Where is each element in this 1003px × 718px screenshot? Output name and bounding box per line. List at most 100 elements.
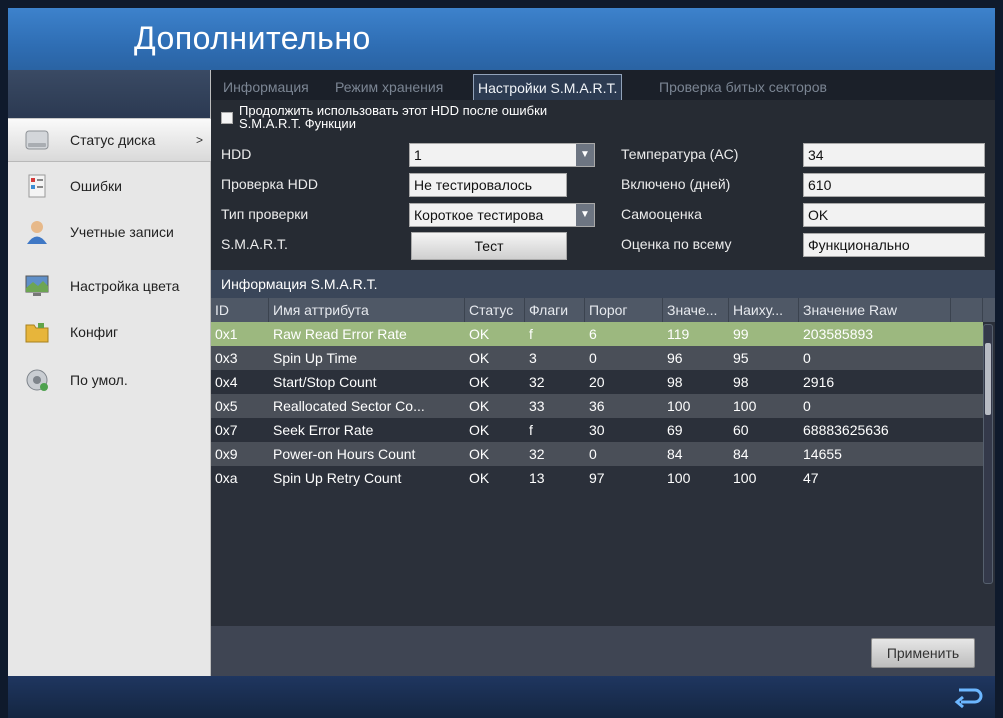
table-cell: 0: [589, 446, 597, 462]
apply-button[interactable]: Применить: [871, 638, 975, 668]
table-cell: 32: [529, 446, 545, 462]
sidebar-item-accounts[interactable]: Учетные записи: [8, 210, 211, 254]
table-cell: f: [529, 326, 533, 342]
sidebar-item-label: Конфиг: [70, 324, 119, 340]
table-cell: 100: [733, 470, 757, 486]
table-scrollbar[interactable]: [983, 324, 993, 584]
table-cell: Raw Read Error Rate: [273, 326, 407, 342]
temperature-field: 34: [803, 143, 985, 167]
folder-icon: [25, 323, 49, 343]
sidebar-item-label: Ошибки: [70, 178, 122, 194]
table-cell: Spin Up Retry Count: [273, 470, 402, 486]
table-header: ID Имя аттрибута Статус Флаги Порог Знач…: [211, 298, 995, 322]
table-cell: Power-on Hours Count: [273, 446, 416, 462]
table-cell: 96: [667, 350, 683, 366]
table-cell: 0x7: [215, 422, 238, 438]
table-cell: 2916: [803, 374, 835, 390]
continue-label-line2: S.M.A.R.T. Функции: [239, 116, 356, 131]
table-cell: 119: [667, 326, 690, 342]
table-row[interactable]: 0x4 Start/Stop Count OK 32 20 98 98 2916: [211, 370, 983, 394]
column-header[interactable]: Статус: [465, 298, 525, 322]
table-cell: OK: [469, 422, 490, 438]
tab-information[interactable]: Информация: [219, 74, 313, 100]
column-header[interactable]: Наиху...: [729, 298, 799, 322]
chevron-down-icon: ▼: [576, 204, 594, 226]
table-row[interactable]: 0x5 Reallocated Sector Co... OK 33 36 100 100 0: [211, 394, 983, 418]
column-header[interactable]: Порог: [585, 298, 663, 322]
powered-days-field: 610: [803, 173, 985, 197]
table-cell: 0x9: [215, 446, 238, 462]
smart-attributes-table: ID Имя аттрибута Статус Флаги Порог Знач…: [211, 298, 995, 626]
tab-smart-settings[interactable]: Настройки S.M.A.R.T.: [473, 74, 623, 100]
table-cell: 68883625636: [803, 422, 889, 438]
table-cell: 97: [589, 470, 605, 486]
hdd-check-value: Не тестировалось: [414, 177, 533, 193]
column-header[interactable]: Значение Raw: [799, 298, 951, 322]
hdd-check-field: Не тестировалось: [409, 173, 567, 197]
powered-days-value: 610: [808, 177, 832, 193]
table-cell: OK: [469, 374, 490, 390]
table-row[interactable]: 0x3 Spin Up Time OK 3 0 96 95 0: [211, 346, 983, 370]
hdd-select[interactable]: 1 ▼: [409, 143, 595, 167]
table-cell: 98: [733, 374, 749, 390]
sidebar-item-label: По умол.: [70, 372, 128, 388]
table-row[interactable]: 0x1 Raw Read Error Rate OK f 6 119 99 203585893: [211, 322, 983, 346]
column-header[interactable]: Значе...: [663, 298, 729, 322]
table-cell: 0x3: [215, 350, 238, 366]
sidebar-top-band: [8, 70, 210, 122]
table-cell: 84: [733, 446, 749, 462]
table-cell: Start/Stop Count: [273, 374, 377, 390]
table-cell: OK: [469, 350, 490, 366]
table-cell: OK: [469, 470, 490, 486]
window-header: Дополнительно: [8, 8, 995, 70]
window-title: Дополнительно: [134, 20, 371, 56]
table-cell: 99: [733, 326, 749, 342]
hdd-select-value: 1: [414, 147, 422, 163]
table-cell: 30: [589, 422, 605, 438]
scrollbar-thumb[interactable]: [985, 343, 991, 415]
table-cell: 0: [803, 398, 811, 414]
tab-bad-sector-check[interactable]: Проверка битых секторов: [655, 74, 831, 100]
table-row[interactable]: 0xa Spin Up Retry Count OK 13 97 100 100 47: [211, 466, 983, 490]
table-cell: 84: [667, 446, 683, 462]
table-cell: Spin Up Time: [273, 350, 358, 366]
sidebar-item-label: Учетные записи: [70, 224, 174, 240]
table-cell: 33: [529, 398, 545, 414]
table-cell: 0x5: [215, 398, 238, 414]
column-header[interactable]: ID: [211, 298, 269, 322]
column-header[interactable]: Имя аттрибута: [269, 298, 465, 322]
overall-evaluation-label: Оценка по всему: [621, 236, 732, 252]
continue-checkbox[interactable]: [221, 112, 233, 124]
test-button[interactable]: Тест: [411, 232, 567, 260]
tab-storage-mode[interactable]: Режим хранения: [331, 74, 447, 100]
sidebar-item-color-settings[interactable]: Настройка цвета: [8, 264, 211, 308]
sidebar-item-exceptions[interactable]: Ошибки: [8, 164, 211, 208]
overall-evaluation-field: Функционально: [803, 233, 985, 257]
default-icon: [26, 369, 48, 391]
table-cell: 95: [733, 350, 749, 366]
table-cell: 100: [733, 398, 757, 414]
sidebar-item-disk-status[interactable]: Статус диска >: [8, 118, 211, 162]
column-header[interactable]: Флаги: [525, 298, 585, 322]
table-cell: 0x4: [215, 374, 238, 390]
sidebar-item-config[interactable]: Конфиг: [8, 310, 211, 354]
back-icon[interactable]: [953, 684, 983, 710]
table-cell: 13: [529, 470, 545, 486]
table-row[interactable]: 0x9 Power-on Hours Count OK 32 0 84 84 14655: [211, 442, 983, 466]
test-button-label: Тест: [474, 238, 504, 254]
column-header-spacer: [951, 298, 983, 322]
table-cell: Seek Error Rate: [273, 422, 374, 438]
check-type-value: Короткое тестирова: [414, 207, 544, 223]
table-cell: 0x1: [215, 326, 238, 342]
sidebar-item-defaults[interactable]: По умол.: [8, 358, 211, 402]
table-cell: 60: [733, 422, 749, 438]
table-cell: 47: [803, 470, 819, 486]
chevron-right-icon: >: [195, 133, 203, 147]
table-row[interactable]: 0x7 Seek Error Rate OK f 30 69 60 68883625636: [211, 418, 983, 442]
powered-days-label: Включено (дней): [621, 176, 731, 192]
table-cell: 100: [667, 470, 691, 486]
display-icon: [25, 275, 49, 296]
self-evaluation-field: OK: [803, 203, 985, 227]
table-cell: f: [529, 422, 533, 438]
check-type-select[interactable]: Короткое тестирова ▼: [409, 203, 595, 227]
